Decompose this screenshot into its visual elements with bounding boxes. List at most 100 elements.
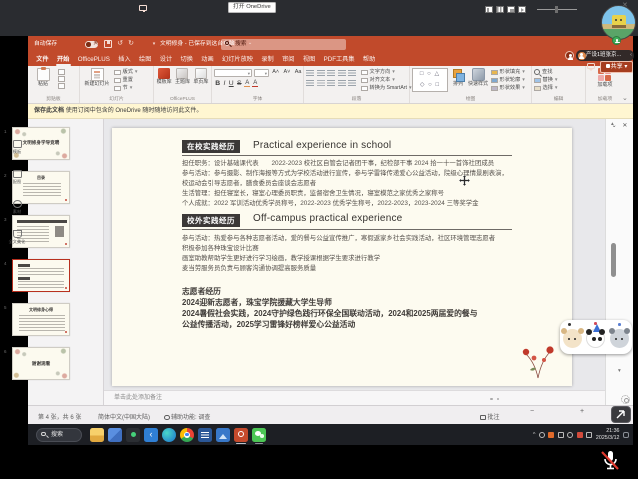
- search-input[interactable]: 搜索: [221, 39, 346, 50]
- save-icon[interactable]: [104, 40, 112, 48]
- font-size-select[interactable]: ▾: [254, 69, 269, 77]
- tab-officeplus[interactable]: OfficePLUS: [74, 53, 115, 66]
- quick-access-dropdown-icon[interactable]: ▾: [150, 40, 158, 48]
- tab-help[interactable]: 帮助: [359, 53, 380, 66]
- pane-item-template[interactable]: 模板: [6, 140, 28, 154]
- shape-outline-button[interactable]: 形状轮廓▾: [491, 77, 525, 84]
- normal-view-icon[interactable]: [485, 6, 493, 13]
- section2-badge[interactable]: 校外实践经历: [182, 214, 240, 227]
- arrange-button[interactable]: 排列: [450, 68, 466, 88]
- redo-icon[interactable]: ↻: [127, 40, 135, 48]
- taskbar-clock[interactable]: 21:36 2025/3/12: [596, 428, 620, 441]
- green-app-icon[interactable]: [126, 428, 140, 442]
- volunteer-section[interactable]: 志愿者经历 2024迎新志愿者，珠宝学院援藏大学生导师 2024暑假社会实践，2…: [182, 286, 480, 330]
- accessibility-status[interactable]: 辅助功能: 调查: [164, 412, 210, 421]
- zoom-in-icon[interactable]: +: [580, 408, 584, 415]
- network-icon[interactable]: [539, 432, 545, 438]
- edge-icon[interactable]: [162, 428, 176, 442]
- volume-icon[interactable]: [567, 432, 573, 438]
- powerpoint-icon[interactable]: [234, 428, 248, 442]
- quick-styles-button[interactable]: 快速样式: [468, 68, 488, 88]
- tab-transitions[interactable]: 切换: [176, 53, 197, 66]
- widgets-icon[interactable]: [108, 428, 122, 442]
- participant-video-bubble[interactable]: [601, 5, 636, 40]
- replace-button[interactable]: 替换▾: [534, 77, 558, 84]
- section1-heading[interactable]: Practical experience in school: [253, 140, 391, 151]
- section-button[interactable]: 节▾: [114, 85, 138, 92]
- cut-icon[interactable]: [58, 69, 65, 75]
- bold-button[interactable]: B: [214, 79, 221, 88]
- align-left-icon[interactable]: [306, 80, 314, 87]
- slide-thumbnail-6[interactable]: 谢谢观看: [12, 347, 70, 380]
- collapse-ribbon-icon[interactable]: ⌄: [622, 94, 628, 102]
- undo-icon[interactable]: ↺: [116, 40, 124, 48]
- meeting-expand-button[interactable]: [611, 406, 631, 423]
- numbering-icon[interactable]: [317, 70, 325, 77]
- ppt-comments-icon[interactable]: [587, 63, 595, 69]
- muted-mic-icon[interactable]: [598, 448, 622, 472]
- font-name-select[interactable]: ▾: [214, 69, 252, 77]
- indent-increase-icon[interactable]: [338, 70, 346, 77]
- paste-button[interactable]: 粘贴: [30, 68, 56, 88]
- select-button[interactable]: 选择▾: [534, 85, 558, 92]
- align-text-button[interactable]: 对齐文本▾: [361, 77, 412, 84]
- tab-file[interactable]: 文件: [32, 53, 53, 66]
- line-spacing-icon[interactable]: [348, 70, 356, 77]
- slide-canvas[interactable]: 在校实践经历 Practical experience in school 担任…: [112, 128, 572, 386]
- highlight-color-button[interactable]: A: [244, 80, 251, 88]
- slideshow-icon[interactable]: [139, 5, 147, 11]
- open-onedrive-button[interactable]: 打开 OneDrive: [228, 2, 276, 13]
- smartart-button[interactable]: 转换为 SmartArt▾: [361, 85, 412, 92]
- shape-effects-button[interactable]: 形状效果▾: [491, 85, 525, 92]
- pets-widget[interactable]: [560, 320, 632, 354]
- italic-button[interactable]: I: [222, 79, 226, 88]
- tab-slideshow[interactable]: 幻灯片放映: [218, 53, 257, 66]
- section2-body[interactable]: 参与活动：热爱参与各种志愿者活动，爱的餐与公益宣传推广，寒假返家乡社会实践活动，…: [182, 234, 514, 274]
- section1-badge[interactable]: 在校实践经历: [182, 140, 240, 153]
- notes-resize-dots[interactable]: [490, 398, 499, 401]
- photos-icon[interactable]: [216, 428, 230, 442]
- tab-record[interactable]: 录制: [257, 53, 278, 66]
- template-library-button[interactable]: 模板库: [156, 68, 172, 86]
- pane-item-images[interactable]: 配图: [6, 170, 28, 184]
- tray-app-icon[interactable]: [548, 432, 554, 438]
- change-case-button[interactable]: Aa: [294, 68, 303, 77]
- comments-button[interactable]: 批注: [480, 412, 500, 421]
- zoom-slider-thumb[interactable]: [555, 6, 558, 13]
- reset-button[interactable]: 重置: [114, 77, 138, 84]
- tab-home[interactable]: 开始: [53, 53, 74, 66]
- tab-review[interactable]: 审阅: [278, 53, 299, 66]
- slideshow-view-icon[interactable]: [518, 6, 526, 13]
- section2-heading[interactable]: Off-campus practical experience: [253, 213, 402, 224]
- participant-name-pill[interactable]: 产设1班张京... ‹: [576, 50, 634, 61]
- indent-decrease-icon[interactable]: [327, 70, 335, 77]
- slide-sorter-view-icon[interactable]: [496, 6, 504, 13]
- page-library-button[interactable]: 单页库: [193, 68, 209, 86]
- notification-center-icon[interactable]: [623, 432, 629, 438]
- tab-animations[interactable]: 动画: [197, 53, 218, 66]
- reading-view-icon[interactable]: [507, 6, 515, 13]
- shape-fill-button[interactable]: 形状填充▾: [491, 69, 525, 76]
- justify-icon[interactable]: [338, 80, 346, 87]
- theme-library-button[interactable]: 主题库: [174, 68, 190, 86]
- shrink-font-button[interactable]: A˅: [282, 68, 291, 77]
- scroll-up-icon[interactable]: ▴: [611, 121, 614, 127]
- copy-icon[interactable]: [58, 76, 65, 82]
- tab-draw[interactable]: 绘图: [135, 53, 156, 66]
- columns-icon[interactable]: [348, 80, 356, 87]
- pane-close-icon[interactable]: ✕: [622, 122, 627, 129]
- share-button[interactable]: 共享 ▾: [600, 61, 633, 73]
- find-button[interactable]: 查找: [534, 69, 552, 76]
- wechat-icon[interactable]: [252, 428, 266, 442]
- taskbar-search[interactable]: 搜索: [36, 428, 82, 442]
- tab-pdf-tools[interactable]: PDF工具集: [319, 53, 358, 66]
- text-direction-button[interactable]: 文字方向▾: [361, 69, 412, 76]
- word-icon[interactable]: [198, 428, 212, 442]
- tab-design[interactable]: 设计: [156, 53, 177, 66]
- language-status[interactable]: 简体中文(中国大陆): [98, 412, 150, 421]
- grow-font-button[interactable]: A˄: [271, 68, 280, 77]
- align-center-icon[interactable]: [317, 80, 325, 87]
- underline-button[interactable]: U: [228, 79, 235, 88]
- format-painter-icon[interactable]: [58, 83, 65, 89]
- align-right-icon[interactable]: [327, 80, 335, 87]
